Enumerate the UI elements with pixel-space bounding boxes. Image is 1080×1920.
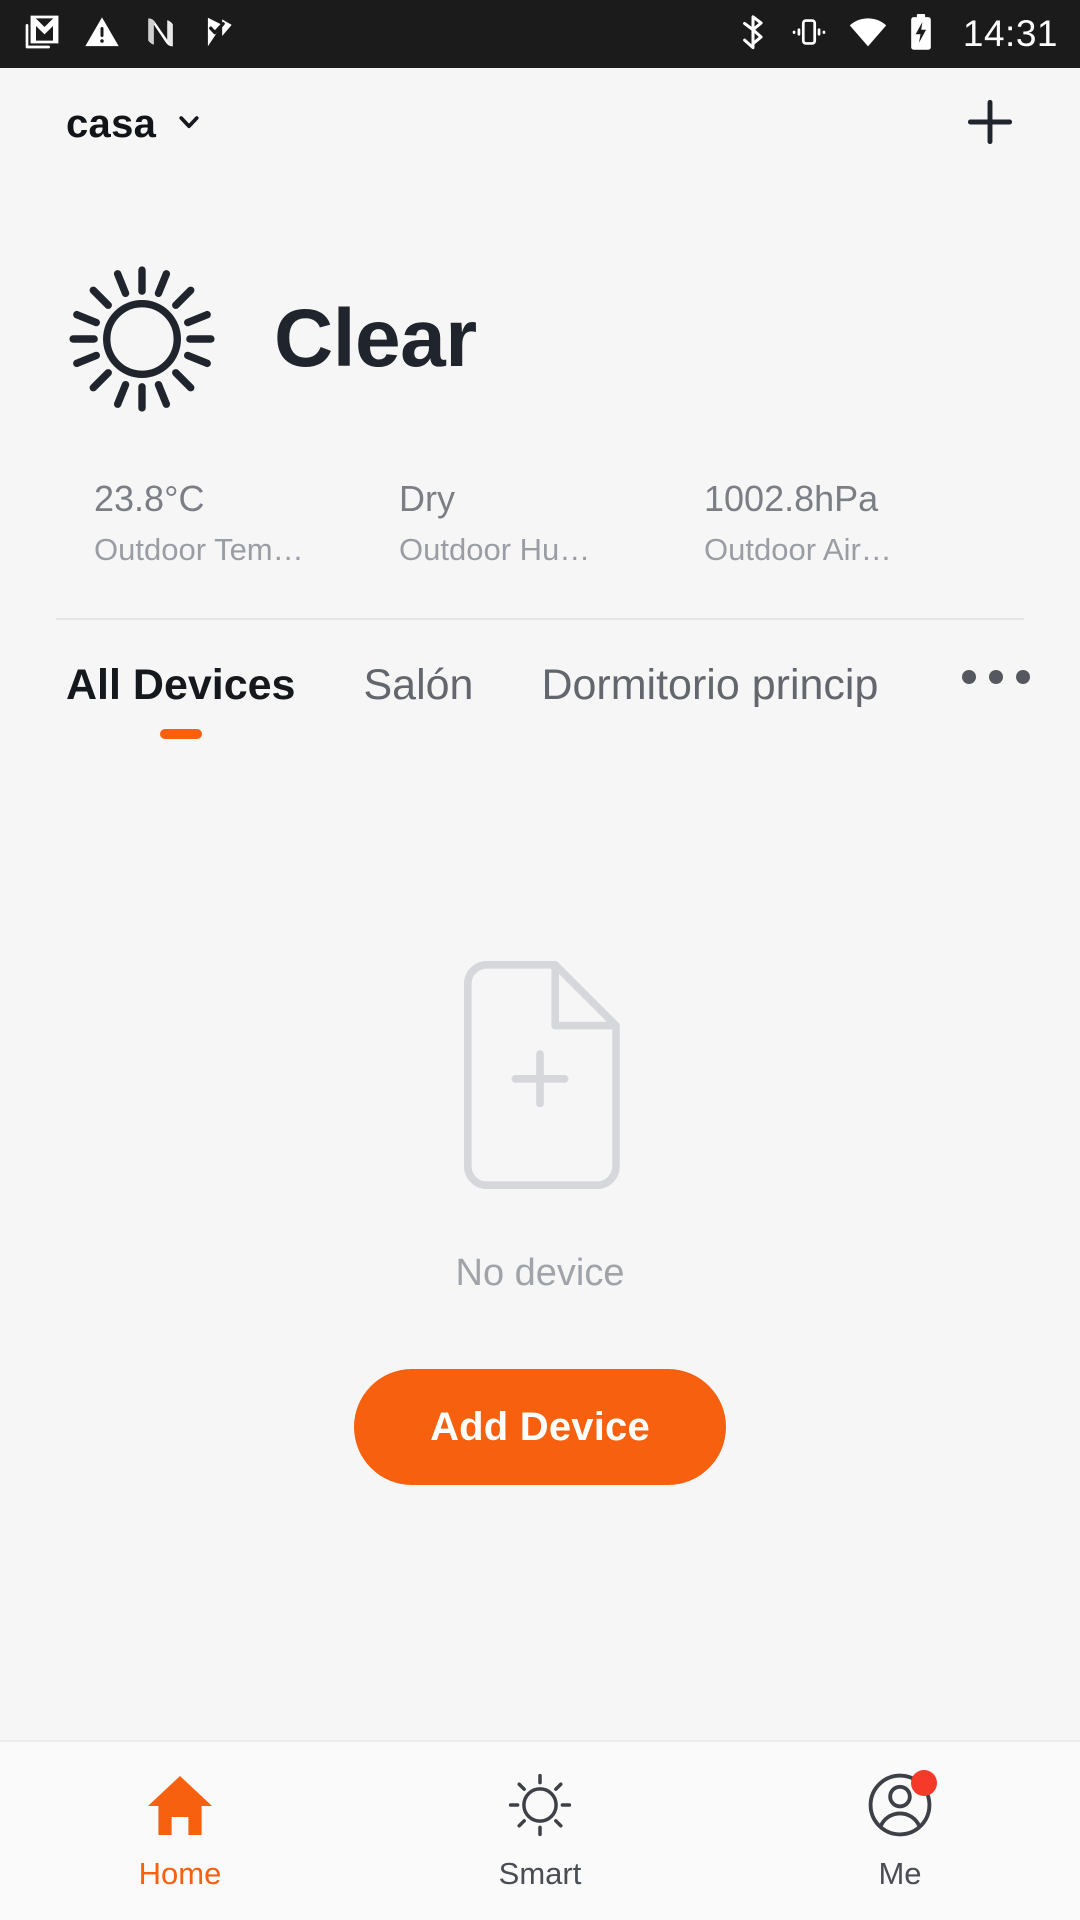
chevron-down-icon xyxy=(172,105,206,144)
sun-clear-icon xyxy=(56,253,228,425)
account-circle-icon xyxy=(865,1768,937,1842)
checkmark-flag-icon xyxy=(200,13,238,56)
warning-triangle-icon xyxy=(82,12,122,57)
metric-outdoor-humidity: Dry Outdoor Hu… xyxy=(399,476,704,570)
nav-item-home[interactable]: Home xyxy=(0,1768,360,1889)
bottom-navigation: Home Smart Me xyxy=(0,1740,1080,1920)
weather-summary: Clear xyxy=(56,244,1024,434)
status-bar-right-icons: 14:31 xyxy=(735,13,1058,56)
tab-active-indicator xyxy=(159,729,202,740)
metric-value: Dry xyxy=(399,478,455,519)
vibrate-icon xyxy=(789,14,829,55)
tab-salon[interactable]: Salón xyxy=(363,664,473,707)
section-divider xyxy=(56,618,1024,621)
file-plus-icon xyxy=(445,961,635,1194)
empty-state-text: No device xyxy=(455,1252,625,1295)
metric-label: Outdoor Air… xyxy=(704,532,892,567)
status-bar-clock: 14:31 xyxy=(962,13,1058,54)
notification-badge xyxy=(911,1770,937,1796)
tab-label: Dormitorio princip xyxy=(541,664,879,708)
home-selector[interactable]: casa xyxy=(66,102,206,147)
battery-charging-icon xyxy=(907,13,935,56)
tab-dormitorio-principal[interactable]: Dormitorio princip xyxy=(541,664,878,707)
weather-panel[interactable]: Clear 23.8°C Outdoor Tem… Dry Outdoor Hu… xyxy=(0,180,1080,570)
metric-value: 1002.8hPa xyxy=(704,478,879,519)
wifi-icon xyxy=(847,14,889,55)
bluetooth-icon xyxy=(735,14,771,55)
status-bar: 14:31 xyxy=(0,0,1080,68)
tab-all-devices[interactable]: All Devices xyxy=(66,664,296,740)
nubank-n-icon xyxy=(142,13,180,56)
home-icon xyxy=(144,1768,216,1842)
plus-icon xyxy=(959,91,1021,158)
add-device-button[interactable]: Add Device xyxy=(354,1369,726,1486)
app-bar: casa xyxy=(0,68,1080,180)
sun-icon xyxy=(505,1768,575,1842)
tab-label: All Devices xyxy=(66,664,296,710)
device-list-empty-state: No device Add Device xyxy=(0,760,1080,1740)
gmail-icon xyxy=(22,12,62,57)
tabs-more-button[interactable] xyxy=(940,670,1030,685)
metric-outdoor-air-pressure: 1002.8hPa Outdoor Air… xyxy=(704,476,1009,570)
more-dot-icon xyxy=(989,670,1003,685)
home-name-label: casa xyxy=(66,101,157,146)
tab-label: Salón xyxy=(363,664,474,710)
status-bar-left-icons xyxy=(22,12,238,57)
more-dot-icon xyxy=(962,670,976,685)
more-dot-icon xyxy=(1016,670,1030,685)
nav-label: Smart xyxy=(498,1856,582,1891)
nav-item-smart[interactable]: Smart xyxy=(360,1768,720,1889)
metric-label: Outdoor Tem… xyxy=(94,532,304,567)
nav-item-me[interactable]: Me xyxy=(720,1768,1080,1889)
metric-outdoor-temperature: 23.8°C Outdoor Tem… xyxy=(94,476,399,570)
weather-metrics: 23.8°C Outdoor Tem… Dry Outdoor Hu… 1002… xyxy=(56,476,1024,570)
nav-label: Me xyxy=(878,1856,922,1891)
weather-condition: Clear xyxy=(274,293,477,384)
metric-label: Outdoor Hu… xyxy=(399,532,591,567)
nav-label: Home xyxy=(138,1856,222,1891)
room-tabs: All Devices Salón Dormitorio princip xyxy=(0,664,1080,760)
app-root: 14:31 casa Clear 23.8°C Outdoor Tem… Dry… xyxy=(0,0,1080,1920)
add-button[interactable] xyxy=(958,92,1022,156)
metric-value: 23.8°C xyxy=(94,478,205,519)
